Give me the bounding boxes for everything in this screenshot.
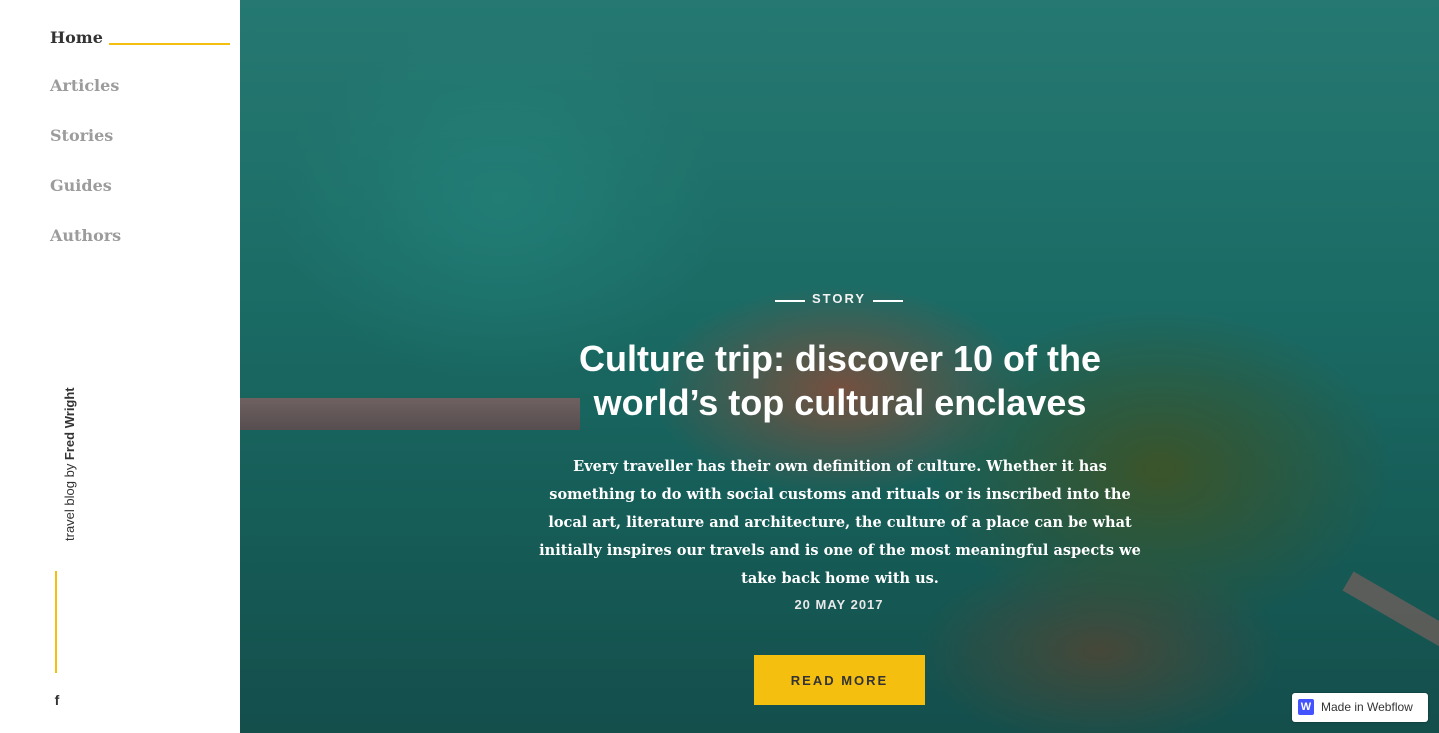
nav-authors[interactable]: Authors (50, 226, 121, 245)
category-line-right (873, 300, 903, 302)
hero-title[interactable]: Culture trip: discover 10 of the world’s… (520, 337, 1160, 425)
hero-content: STORY Culture trip: discover 10 of the w… (240, 0, 1439, 733)
read-more-button[interactable]: READ MORE (754, 655, 925, 705)
category-label: STORY (775, 291, 903, 307)
post-date: 20 MAY 2017 (794, 597, 884, 612)
hero-description: Every traveller has their own definition… (539, 458, 1141, 587)
brand-prefix: travel blog by (62, 460, 77, 541)
sidebar-divider (55, 571, 57, 673)
webflow-badge-label: Made in Webflow (1321, 700, 1413, 714)
nav-home[interactable]: Home (50, 28, 103, 47)
hero-banner: STORY Culture trip: discover 10 of the w… (240, 0, 1439, 733)
brand-author: Fred Wright (62, 387, 77, 461)
active-nav-underline (109, 43, 230, 45)
category-text: STORY (811, 291, 867, 306)
made-in-webflow-badge[interactable]: W Made in Webflow (1292, 693, 1428, 722)
webflow-logo-icon: W (1298, 699, 1314, 715)
nav-articles[interactable]: Articles (50, 76, 119, 95)
facebook-icon[interactable]: f (51, 691, 63, 709)
brand-tagline[interactable]: travel blog by Fred Wright (62, 387, 77, 541)
sidebar: Home Articles Stories Guides Authors tra… (0, 0, 240, 733)
nav-stories[interactable]: Stories (50, 126, 113, 145)
nav-guides[interactable]: Guides (50, 176, 112, 195)
